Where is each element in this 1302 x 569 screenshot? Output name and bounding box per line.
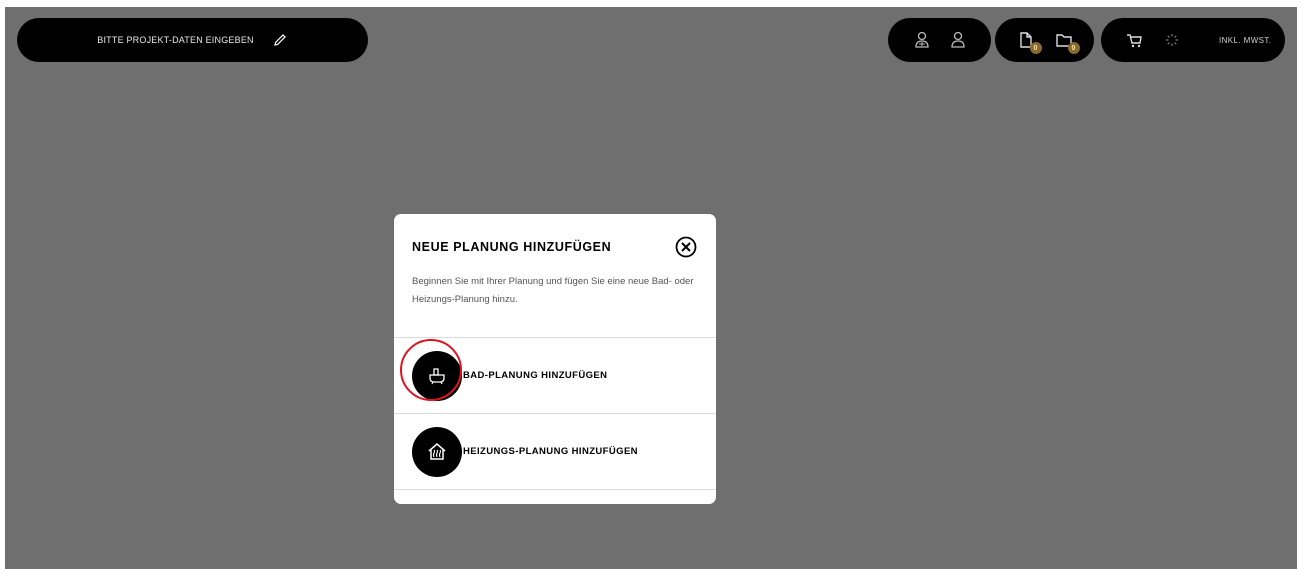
- user-add-icon[interactable]: [914, 31, 930, 49]
- dialog-description: Beginnen Sie mit Ihrer Planung und fügen…: [412, 276, 694, 305]
- close-icon[interactable]: [674, 235, 698, 259]
- modal-overlay[interactable]: BITTE PROJEKT-DATEN EINGEBEN 0 0 INKL. M…: [5, 7, 1297, 569]
- add-bath-planning-option[interactable]: BAD-PLANUNG HINZUFÜGEN: [394, 337, 716, 413]
- loading-spinner-icon: [1165, 33, 1179, 47]
- user-toolbar: [888, 18, 991, 62]
- bathtub-icon[interactable]: [412, 350, 462, 401]
- cart-icon[interactable]: [1125, 31, 1143, 49]
- add-bath-planning-label: BAD-PLANUNG HINZUFÜGEN: [463, 370, 608, 381]
- project-data-button[interactable]: BITTE PROJEKT-DATEN EINGEBEN: [17, 18, 368, 62]
- new-planning-dialog: NEUE PLANUNG HINZUFÜGEN Beginnen Sie mit…: [394, 214, 716, 504]
- documents-toolbar: 0 0: [995, 18, 1094, 62]
- vat-label: INKL. MWST.: [1219, 35, 1272, 45]
- pencil-icon: [272, 32, 288, 48]
- dialog-title: NEUE PLANUNG HINZUFÜGEN: [412, 240, 612, 254]
- add-heating-planning-label: HEIZUNGS-PLANUNG HINZUFÜGEN: [463, 446, 638, 457]
- document-icon[interactable]: 0: [1015, 29, 1042, 54]
- folder-icon[interactable]: 0: [1053, 29, 1080, 54]
- dialog-footer: [394, 489, 716, 504]
- add-heating-planning-option[interactable]: HEIZUNGS-PLANUNG HINZUFÜGEN: [394, 413, 716, 489]
- document-count-badge: 0: [1029, 42, 1042, 54]
- house-heating-icon[interactable]: [412, 426, 462, 477]
- user-icon[interactable]: [950, 31, 966, 49]
- cart-toolbar: INKL. MWST.: [1101, 18, 1285, 62]
- folder-count-badge: 0: [1067, 42, 1080, 54]
- project-data-label: BITTE PROJEKT-DATEN EINGEBEN: [97, 35, 254, 45]
